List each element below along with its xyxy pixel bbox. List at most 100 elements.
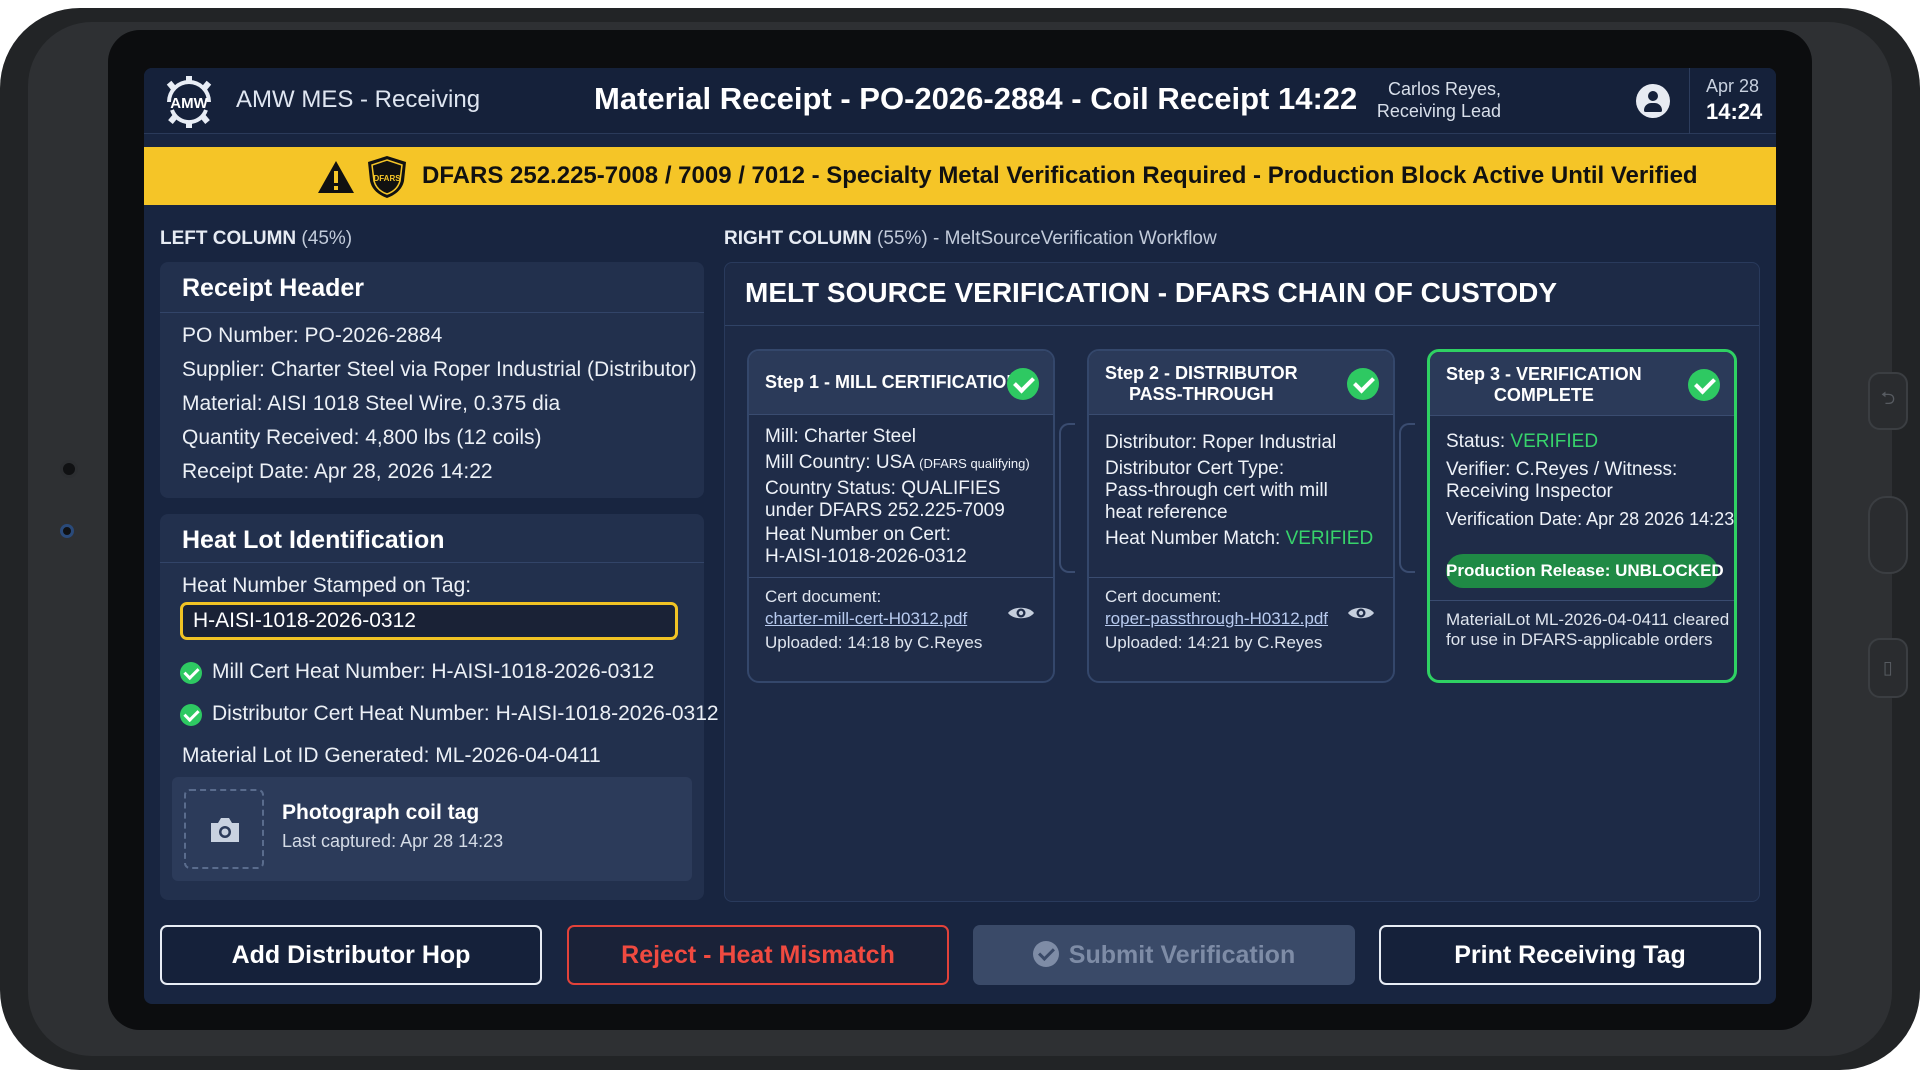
receipt-header-card: Receipt Header PO Number: PO-2026-2884 S… bbox=[160, 262, 704, 498]
cert-document-label: Cert document: bbox=[765, 587, 882, 606]
upload-info: Uploaded: 14:21 by C.Reyes bbox=[1105, 633, 1323, 652]
distributor-name: Distributor: Roper Industrial bbox=[1105, 432, 1337, 453]
header-date: Apr 28 bbox=[1706, 76, 1760, 96]
app-name: AMW MES - Receiving bbox=[236, 86, 481, 113]
quantity-received: Quantity Received: 4,800 lbs (12 coils) bbox=[182, 426, 542, 449]
banner-message: DFARS 252.225-7008 / 7009 / 7012 - Speci… bbox=[422, 162, 1698, 189]
heat-number-match: Heat Number Match: VERIFIED bbox=[1105, 528, 1374, 549]
eye-view-icon[interactable] bbox=[1347, 605, 1375, 621]
step-complete-check-icon bbox=[1347, 368, 1379, 400]
sensor-dot bbox=[60, 524, 74, 538]
dfars-shield-icon: DFARS bbox=[368, 156, 406, 198]
dfars-alert-banner: DFARS DFARS 252.225-7008 / 7009 / 7012 -… bbox=[144, 147, 1776, 205]
receipt-date: Receipt Date: Apr 28, 2026 14:22 bbox=[182, 460, 493, 483]
camera-icon bbox=[211, 818, 239, 842]
eye-view-icon[interactable] bbox=[1007, 605, 1035, 621]
amw-gear-logo-icon: AMW bbox=[166, 76, 212, 128]
country-status-regulation: under DFARS 252.225-7009 bbox=[765, 500, 1005, 521]
verification-panel-title: MELT SOURCE VERIFICATION - DFARS CHAIN O… bbox=[745, 277, 1558, 308]
submit-verification-button[interactable]: Submit Verification bbox=[973, 925, 1355, 985]
submit-verification-label: Submit Verification bbox=[1068, 941, 1296, 969]
lot-cleared-message-cont: for use in DFARS-applicable orders bbox=[1446, 630, 1713, 649]
heat-lot-title: Heat Lot Identification bbox=[182, 526, 445, 554]
photo-placeholder bbox=[184, 789, 264, 869]
divider bbox=[749, 577, 1053, 578]
svg-text:DFARS: DFARS bbox=[373, 174, 401, 183]
user-info[interactable]: Carlos Reyes, Receiving Lead bbox=[1377, 78, 1501, 122]
step-2-header: Step 2 - DISTRIBUTOR PASS-THROUGH bbox=[1089, 351, 1393, 415]
step-1-header: Step 1 - MILL CERTIFICATION bbox=[749, 351, 1053, 415]
melt-source-verification-panel: MELT SOURCE VERIFICATION - DFARS CHAIN O… bbox=[724, 262, 1760, 902]
right-column-label: RIGHT COLUMN (55%) - MeltSourceVerificat… bbox=[724, 228, 1217, 249]
step-complete-check-icon bbox=[1688, 369, 1720, 401]
supplier: Supplier: Charter Steel via Roper Indust… bbox=[182, 358, 697, 381]
divider bbox=[160, 312, 704, 313]
po-number: PO Number: PO-2026-2884 bbox=[182, 324, 443, 347]
add-distributor-hop-button[interactable]: Add Distributor Hop bbox=[160, 925, 542, 985]
print-receiving-tag-button[interactable]: Print Receiving Tag bbox=[1379, 925, 1761, 985]
mill-cert-document-link[interactable]: charter-mill-cert-H0312.pdf bbox=[765, 609, 967, 629]
step-3-header: Step 3 - VERIFICATION COMPLETE bbox=[1430, 352, 1734, 416]
country-status: Country Status: QUALIFIES bbox=[765, 478, 1001, 499]
heat-lot-card: Heat Lot Identification Heat Number Stam… bbox=[160, 514, 719, 900]
check-circle-icon bbox=[1032, 941, 1059, 968]
distributor-cert-type: Pass-through cert with mill bbox=[1105, 480, 1328, 501]
step-2-title: Step 2 - DISTRIBUTOR PASS-THROUGH bbox=[1105, 363, 1298, 404]
user-role: Receiving Lead bbox=[1376, 101, 1501, 121]
step-connector bbox=[1059, 423, 1075, 573]
material: Material: AISI 1018 Steel Wire, 0.375 di… bbox=[182, 392, 561, 415]
mill-cert-heat-match: Mill Cert Heat Number: H-AISI-1018-2026-… bbox=[212, 660, 655, 683]
cert-document-label: Cert document: bbox=[1105, 587, 1222, 606]
production-release-badge: Production Release: UNBLOCKED bbox=[1446, 554, 1724, 588]
heat-number-label: Heat Number Stamped on Tag: bbox=[182, 574, 472, 597]
mill-country: Mill Country: USA (DFARS qualifying) bbox=[765, 452, 1030, 473]
verification-status: Status: VERIFIED bbox=[1446, 431, 1599, 452]
check-circle-icon bbox=[180, 704, 202, 726]
left-column-label: LEFT COLUMN (45%) bbox=[160, 228, 353, 249]
heat-number-on-cert: H-AISI-1018-2026-0312 bbox=[765, 546, 967, 567]
step-2-distributor-pass-through[interactable]: Step 2 - DISTRIBUTOR PASS-THROUGH Distri… bbox=[1087, 349, 1395, 683]
header-divider bbox=[1689, 68, 1690, 134]
warning-triangle-icon bbox=[318, 161, 354, 193]
verified-status: VERIFIED bbox=[1285, 528, 1374, 549]
back-hardware-button[interactable]: ⮌ bbox=[1868, 372, 1908, 430]
distributor-cert-type-cont: heat reference bbox=[1105, 502, 1228, 523]
mill-name: Mill: Charter Steel bbox=[765, 426, 916, 447]
distributor-cert-type-label: Distributor Cert Type: bbox=[1105, 458, 1285, 479]
camera-lens bbox=[60, 460, 78, 478]
app-screen: AMW AMW MES - Receiving Material Receipt… bbox=[144, 68, 1776, 1004]
verifier: Verifier: C.Reyes / Witness: bbox=[1446, 459, 1678, 480]
distributor-cert-document-link[interactable]: roper-passthrough-H0312.pdf bbox=[1105, 609, 1328, 629]
receipt-header-title: Receipt Header bbox=[182, 274, 365, 302]
page-title: Material Receipt - PO-2026-2884 - Coil R… bbox=[594, 81, 1358, 116]
reject-heat-mismatch-button[interactable]: Reject - Heat Mismatch bbox=[567, 925, 949, 985]
divider bbox=[160, 562, 704, 563]
verifier-witness: Receiving Inspector bbox=[1446, 481, 1613, 502]
step-1-mill-certification[interactable]: Step 1 - MILL CERTIFICATION Mill: Charte… bbox=[747, 349, 1055, 683]
svg-text:AMW: AMW bbox=[170, 95, 208, 112]
divider bbox=[1430, 600, 1734, 601]
photograph-coil-tag-button[interactable]: Photograph coil tag Last captured: Apr 2… bbox=[172, 777, 692, 881]
home-hardware-button[interactable] bbox=[1868, 496, 1908, 574]
distributor-cert-heat-match: Distributor Cert Heat Number: H-AISI-101… bbox=[212, 702, 719, 725]
material-lot-generated: Material Lot ID Generated: ML-2026-04-04… bbox=[182, 744, 601, 767]
header-time: 14:24 bbox=[1706, 99, 1763, 124]
photo-last-captured: Last captured: Apr 28 14:23 bbox=[282, 831, 504, 851]
check-circle-icon bbox=[180, 662, 202, 684]
recent-apps-hardware-button[interactable]: ▯ bbox=[1868, 638, 1908, 698]
heat-number-on-cert-label: Heat Number on Cert: bbox=[765, 524, 951, 545]
upload-info: Uploaded: 14:18 by C.Reyes bbox=[765, 633, 983, 652]
step-complete-check-icon bbox=[1007, 368, 1039, 400]
step-1-title: Step 1 - MILL CERTIFICATION bbox=[765, 372, 1020, 392]
step-3-verification-complete[interactable]: Step 3 - VERIFICATION COMPLETE Status: V… bbox=[1427, 349, 1737, 683]
verification-date: Verification Date: Apr 28 2026 14:23 bbox=[1446, 509, 1735, 529]
divider bbox=[725, 325, 1759, 326]
verified-status: VERIFIED bbox=[1510, 431, 1599, 452]
heat-number-input[interactable] bbox=[180, 602, 678, 640]
step-3-title: Step 3 - VERIFICATION COMPLETE bbox=[1446, 364, 1642, 405]
step-connector bbox=[1399, 423, 1415, 573]
divider bbox=[1089, 577, 1393, 578]
lot-cleared-message: MaterialLot ML-2026-04-0411 cleared bbox=[1446, 610, 1730, 629]
user-avatar-icon[interactable] bbox=[1636, 84, 1670, 118]
photo-title: Photograph coil tag bbox=[282, 801, 480, 824]
